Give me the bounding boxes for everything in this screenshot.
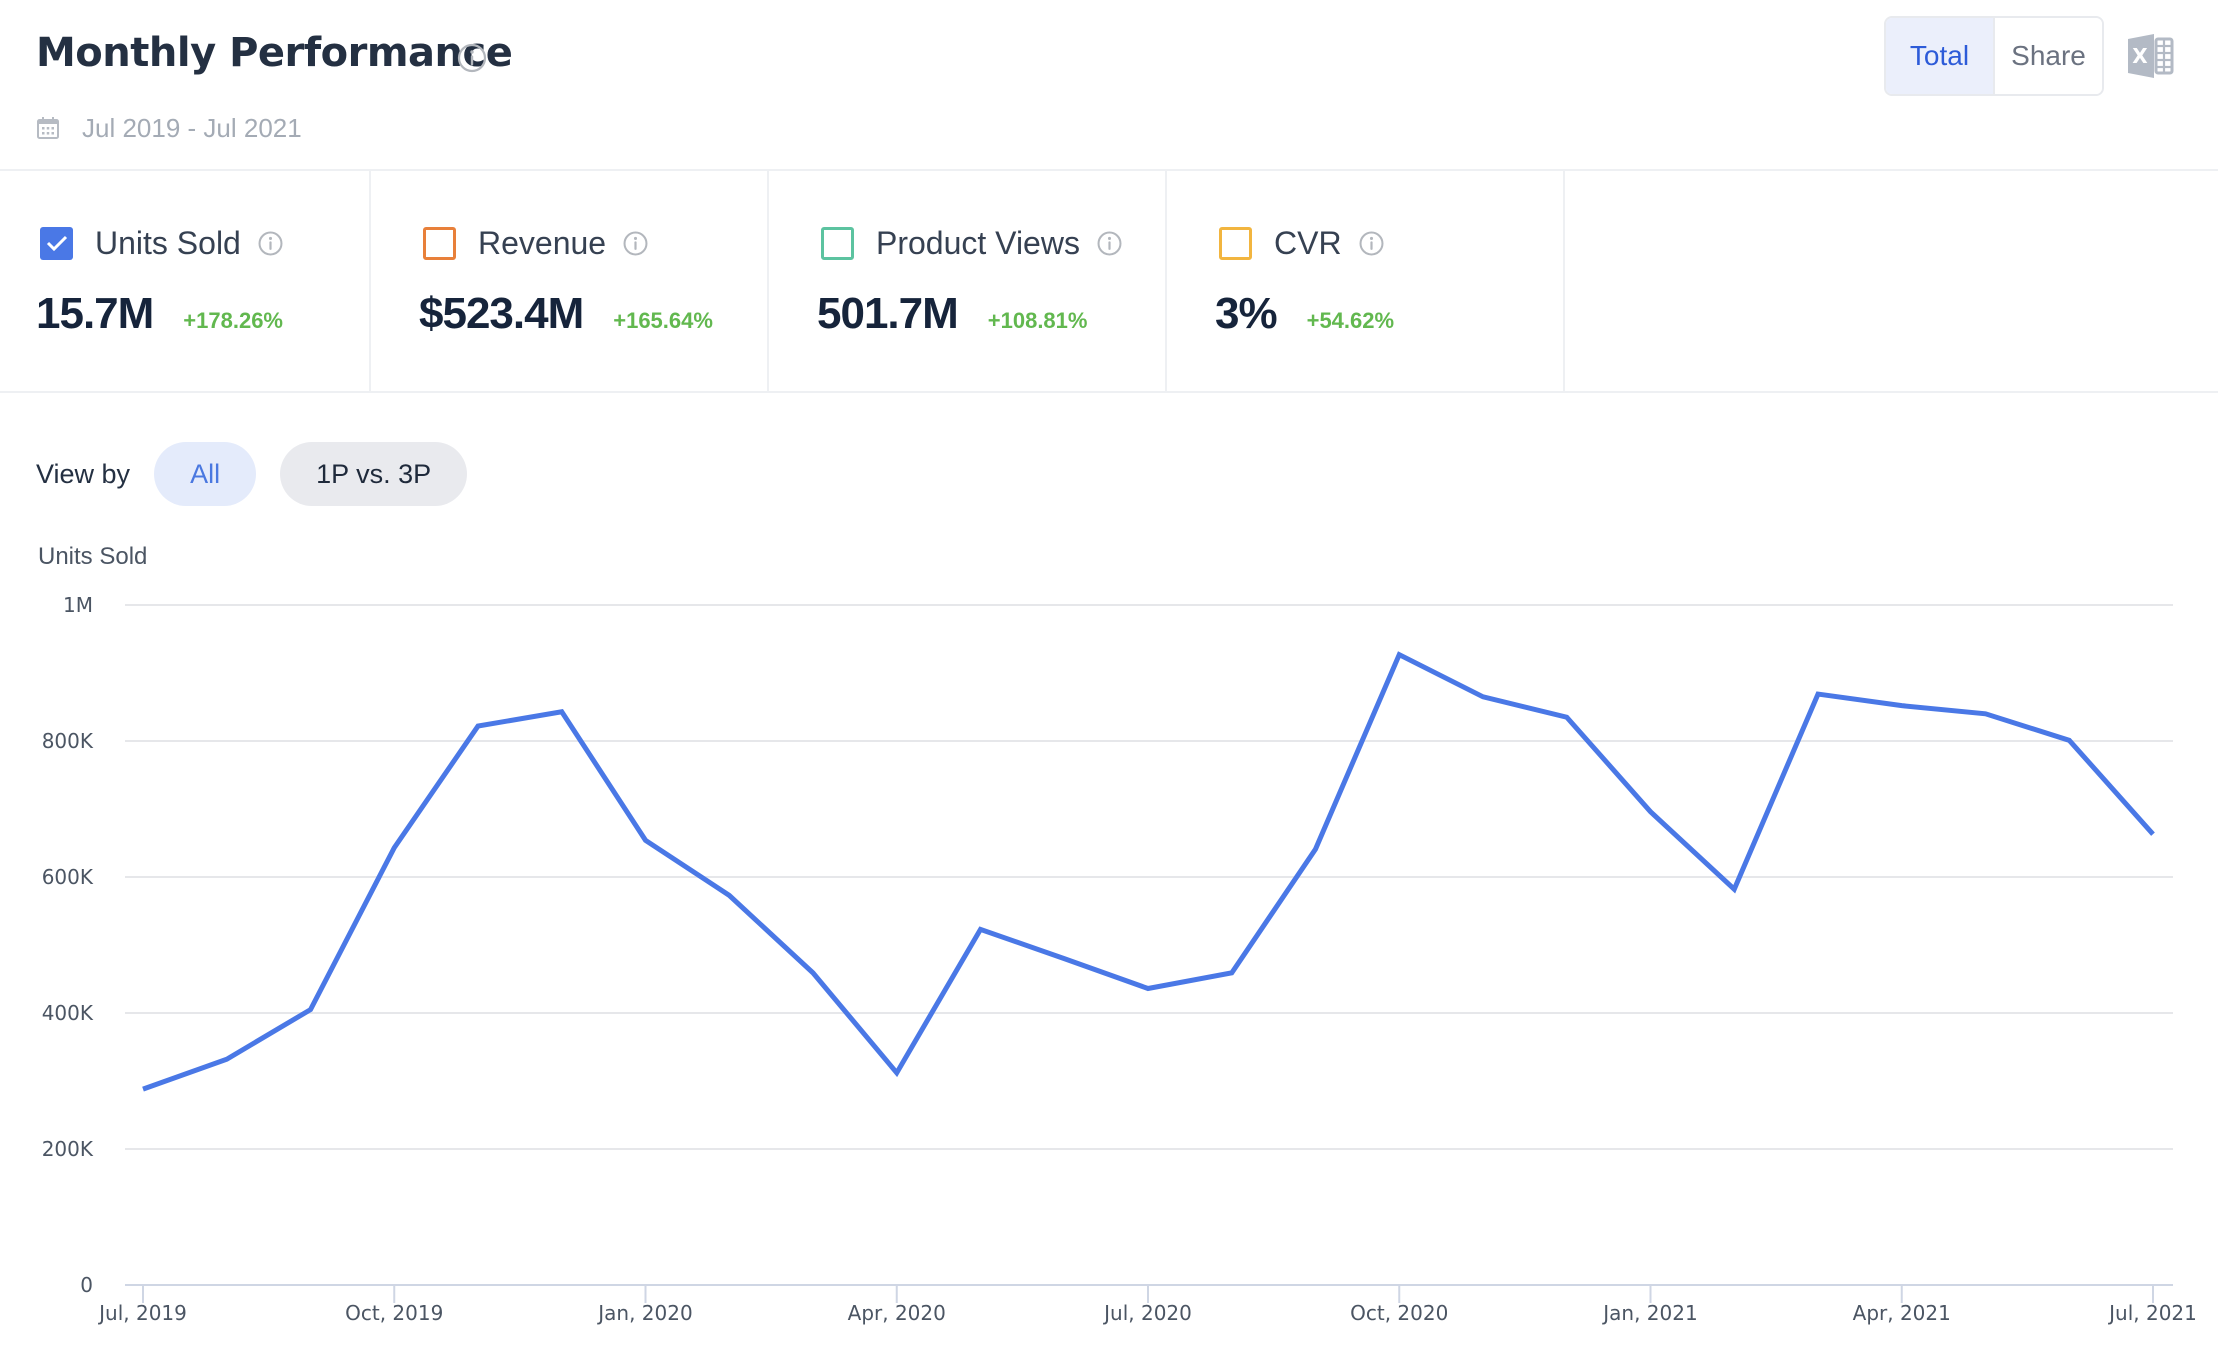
metric-change: +108.81% [987,308,1088,333]
x-tick-label: Jan, 2020 [596,1301,692,1325]
units-sold-line-chart: 0 200K 400K 600K 800K 1M Jul, 2019 Oct, 2019 Ja… [42,593,2197,1325]
info-circle-icon[interactable] [1096,230,1123,257]
info-circle-icon[interactable] [622,230,649,257]
y-axis-title: Units Sold [38,543,148,570]
x-tick-label: Oct, 2019 [345,1301,443,1325]
excel-export-icon[interactable]: X [2128,34,2174,78]
check-icon [46,235,67,252]
x-tick-label: Jul, 2021 [2107,1301,2197,1325]
metric-product-views: Product Views 501.7M +108.81% [769,171,1167,391]
metric-change: +165.64% [613,308,713,333]
toggle-share[interactable]: Share [1995,18,2102,94]
header: Monthly Performance Jul 2019 - Jul 2021 … [0,0,2218,169]
checkbox-cvr[interactable] [1219,226,1252,260]
y-tick-label: 1M [63,593,93,617]
y-tick-label: 800K [42,729,94,753]
metric-value: 501.7M [817,289,959,338]
metric-cvr: CVR 3% +54.62% [1167,171,1565,391]
view-by-control: View by All 1P vs. 3P [36,442,491,506]
x-tick-label: Jan, 2021 [1601,1301,1697,1325]
total-share-toggle: Total Share [1884,16,2104,96]
checkbox-product-views[interactable] [821,226,854,260]
info-circle-icon[interactable] [1358,230,1385,257]
metric-value: 3% [1215,289,1278,338]
checkbox-revenue[interactable] [423,226,456,260]
x-tick-label: Apr, 2020 [848,1301,946,1325]
series-layer [142,651,2155,1092]
metric-change: +54.62% [1306,308,1395,333]
checkbox-units-sold[interactable] [40,226,73,260]
metric-revenue: Revenue $523.4M +165.64% [371,171,769,391]
y-tick-label: 200K [42,1137,94,1161]
x-axis: Jul, 2019 Oct, 2019 Jan, 2020 Apr, 2020 Jul,… [97,1284,2197,1325]
page-title: Monthly Performance [36,30,513,76]
metrics-empty-space [1565,171,2218,391]
date-range: Jul 2019 - Jul 2021 [36,110,302,146]
metric-label: Units Sold [95,224,241,261]
metric-value: 15.7M [36,289,154,338]
x-tick-label: Apr, 2021 [1853,1301,1951,1325]
metric-label: CVR [1274,224,1342,261]
calendar-icon [37,117,59,139]
view-by-all[interactable]: All [154,442,257,506]
metric-toggle-cvr[interactable]: CVR [1219,223,1385,263]
grid-lines [125,604,2173,1150]
metric-toggle-product-views[interactable]: Product Views [821,223,1123,263]
metric-toggle-units-sold[interactable]: Units Sold [40,223,284,263]
view-by-1p-vs-3p[interactable]: 1P vs. 3P [280,442,468,506]
y-tick-label: 0 [80,1273,93,1297]
metric-label: Revenue [478,224,607,261]
metric-units-sold: Units Sold 15.7M +178.26% [0,171,371,391]
metric-label: Product Views [876,224,1080,261]
metric-value: $523.4M [419,289,584,338]
x-tick-label: Oct, 2020 [1350,1301,1448,1325]
view-by-label: View by [36,458,131,489]
info-circle-icon[interactable] [456,42,488,74]
info-circle-icon[interactable] [257,230,284,257]
metric-change: +178.26% [183,308,283,333]
x-tick-label: Jul, 2020 [1102,1301,1192,1325]
x-tick-label: Jul, 2019 [97,1301,187,1325]
date-range-text: Jul 2019 - Jul 2021 [82,112,302,143]
y-tick-label: 600K [42,865,94,889]
series-line-units-sold [142,651,2155,1092]
y-tick-label: 400K [42,1001,94,1025]
svg-text:X: X [2132,44,2148,68]
y-axis-ticks: 0 200K 400K 600K 800K 1M [42,593,94,1297]
metrics-row: Units Sold 15.7M +178.26% Revenue $523.4… [0,169,2218,393]
toggle-total[interactable]: Total [1886,18,1995,94]
metric-toggle-revenue[interactable]: Revenue [423,223,649,263]
